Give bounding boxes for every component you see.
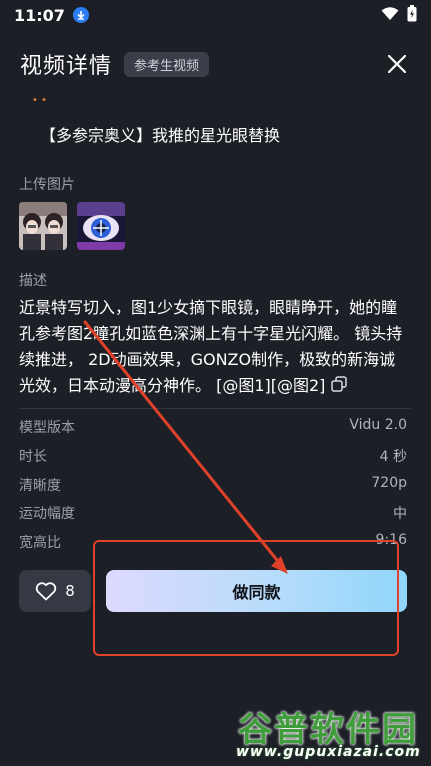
watermark-url: www.gupuxiazai.com [236,744,421,760]
watermark: 谷普软件园 www.gupuxiazai.com [232,700,431,766]
video-detail-page: 11:07 视频详情 参考生视频 • • 【多参宗奥义】我推的星光眼替换 上传图… [0,0,431,766]
annotation-arrow [83,320,288,574]
